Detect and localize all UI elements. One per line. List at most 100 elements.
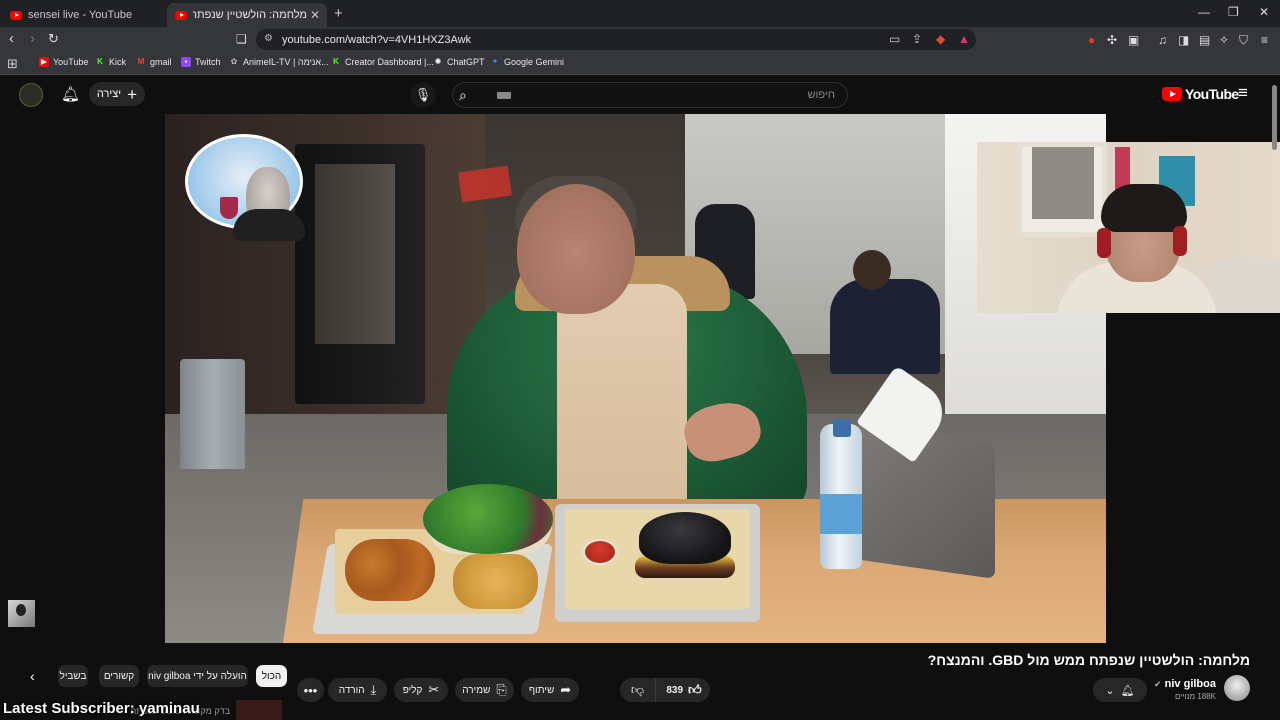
youtube-header: 🔔︎ יצירה + 🎙︎ ⌕ חיפוש YouTube ≡ xyxy=(0,76,1280,114)
youtube-favicon-icon xyxy=(175,10,187,20)
bookmark-label: gmail xyxy=(150,57,172,67)
video-scene-sauce-cup xyxy=(583,539,617,565)
bookmarks-bar: ⊞ ▶ YouTube K Kick M gmail ▪ Twitch ✿ An… xyxy=(0,53,1280,75)
channel-avatar[interactable] xyxy=(1224,675,1250,701)
youtube-logo[interactable]: YouTube xyxy=(1162,86,1239,102)
brave-shield-icon[interactable]: ◆ xyxy=(936,32,945,46)
bookmark-twitch[interactable]: ▪ Twitch xyxy=(181,57,221,67)
video-title: מלחמה: הולשטיין שנפתח ממש מול GBD. והמנצ… xyxy=(927,652,1250,668)
bookmark-save-icon: ⎘ xyxy=(496,682,507,697)
channel-name[interactable]: ✔ niv gilboa xyxy=(1154,678,1216,690)
bookmark-label: YouTube xyxy=(53,57,89,67)
download-button[interactable]: הורדה ⤓ xyxy=(328,678,387,702)
search-input[interactable]: חיפוש xyxy=(808,89,835,101)
cast-icon[interactable]: ▭ xyxy=(889,32,900,46)
chatgpt-icon: ✺ xyxy=(434,57,442,66)
address-bar[interactable]: ⚙ youtube.com/watch?v=4VH1HXZ3Awk ▭ ⇪ ◆ … xyxy=(256,29,976,50)
tab-title: sensei live - YouTube xyxy=(28,9,133,21)
apps-grid-icon[interactable]: ⊞ xyxy=(7,56,18,72)
chip-related[interactable]: קשורים xyxy=(99,665,139,687)
gemini-icon: ✦ xyxy=(491,57,499,66)
browser-tab-2[interactable]: מלחמה: הולשטיין שנפתח ממש מ ✕ xyxy=(167,3,327,27)
video-scene-salad xyxy=(423,484,553,554)
bookmark-label: AnimeIL-TV | אנימה... xyxy=(243,57,329,67)
bookmark-kick[interactable]: K Kick xyxy=(95,57,126,67)
close-window-icon[interactable]: ✕ xyxy=(1259,5,1269,19)
save-button[interactable]: שמירה ⎘ xyxy=(455,678,514,702)
screenshot-icon[interactable]: ▣ xyxy=(1128,33,1139,47)
bookmark-chatgpt[interactable]: ✺ ChatGPT xyxy=(433,57,485,67)
sticker-wine-glass xyxy=(220,197,238,219)
account-avatar[interactable] xyxy=(19,83,43,107)
video-player[interactable] xyxy=(165,114,1106,643)
search-box[interactable]: ⌕ חיפוש xyxy=(452,82,848,108)
rewards-icon[interactable]: ▲ xyxy=(958,32,970,46)
share-button[interactable]: שיתוף ➦ xyxy=(521,678,579,702)
video-scene-bottle-label xyxy=(820,494,862,534)
create-label: יצירה xyxy=(96,88,122,100)
vpn-icon[interactable]: ⛉ xyxy=(1239,33,1248,48)
bookmark-gmail[interactable]: M gmail xyxy=(136,57,172,67)
thumbs-down-icon: 👎︎ xyxy=(630,682,645,697)
bookmark-creator-dashboard[interactable]: K Creator Dashboard |... xyxy=(331,57,434,67)
verified-icon: ✔ xyxy=(1154,679,1162,689)
youtube-logo-text: YouTube xyxy=(1185,86,1239,102)
chevron-left-icon[interactable]: ‹ xyxy=(30,668,35,684)
clip-button[interactable]: קליפ ✂ xyxy=(394,678,448,702)
close-tab-icon[interactable]: ✕ xyxy=(307,8,323,22)
share-label: שיתוף xyxy=(528,684,555,696)
more-horizontal-icon: ••• xyxy=(303,682,318,698)
headset-icon xyxy=(1097,228,1111,258)
keyboard-icon[interactable] xyxy=(497,92,511,99)
chevron-down-icon: ⌄ xyxy=(1105,684,1115,697)
media-icon[interactable]: ♫ xyxy=(1158,33,1167,47)
sidebar-icon[interactable]: ◨ xyxy=(1178,33,1189,47)
kick-icon: K xyxy=(333,57,339,66)
bookmark-label: Twitch xyxy=(195,57,221,67)
site-info-icon[interactable]: ⚙ xyxy=(264,33,273,44)
maximize-icon[interactable]: ❐ xyxy=(1228,5,1239,19)
reload-icon[interactable]: ↻ xyxy=(48,31,59,47)
voice-search-icon[interactable]: 🎙︎ xyxy=(410,82,436,108)
headset-icon xyxy=(1173,226,1187,256)
chip-uploaded-by[interactable]: הועלה על ידי niv gilboa xyxy=(147,665,248,687)
extension-record-icon[interactable]: ● xyxy=(1088,33,1095,47)
wallet-icon[interactable]: ▤ xyxy=(1199,33,1210,47)
chip-label: הכול xyxy=(261,670,282,682)
bookmark-youtube[interactable]: ▶ YouTube xyxy=(39,57,88,67)
bookmark-animeil[interactable]: ✿ AnimeIL-TV | אנימה... xyxy=(229,57,329,67)
webcam-overlay xyxy=(977,142,1280,313)
thumbs-up-icon: 👍︎ xyxy=(688,682,702,697)
page-scrollbar[interactable] xyxy=(1272,85,1277,150)
bookmark-icon[interactable]: ❏ xyxy=(236,32,247,46)
chip-label: הועלה על ידי niv gilboa xyxy=(148,670,247,682)
create-button[interactable]: יצירה + xyxy=(89,82,145,106)
back-icon[interactable]: ‹ xyxy=(9,30,14,47)
chip-for-you[interactable]: בשביל xyxy=(58,665,88,687)
subscriber-count: 188K מנויים xyxy=(1174,692,1216,701)
share-page-icon[interactable]: ⇪ xyxy=(912,32,922,46)
search-icon[interactable]: ⌕ xyxy=(459,87,467,104)
hamburger-menu-icon[interactable]: ≡ xyxy=(1238,83,1248,103)
new-tab-icon[interactable]: + xyxy=(334,5,343,22)
dislike-button[interactable]: 👎︎ xyxy=(620,678,656,702)
chip-all[interactable]: הכול xyxy=(256,665,287,687)
side-thumbnail[interactable] xyxy=(8,600,35,627)
subscribed-button[interactable]: ⌄ 🔔︎ xyxy=(1093,678,1147,702)
more-actions-button[interactable]: ••• xyxy=(297,678,324,702)
animeil-icon: ✿ xyxy=(230,57,238,66)
browser-tab-1[interactable]: sensei live - YouTube xyxy=(2,3,165,27)
video-scene-bottle-cap xyxy=(833,419,851,437)
browser-tabstrip: sensei live - YouTube מלחמה: הולשטיין שנ… xyxy=(0,0,1280,27)
browser-menu-icon[interactable]: ≡ xyxy=(1261,33,1268,47)
video-scene-seated-person-head xyxy=(853,250,891,290)
notifications-bell-icon[interactable]: 🔔︎ xyxy=(61,85,80,103)
bookmark-gemini[interactable]: ✦ Google Gemini xyxy=(490,57,564,67)
like-button[interactable]: 839 👍︎ xyxy=(658,678,710,702)
extensions-icon[interactable]: ✣ xyxy=(1107,33,1117,47)
leo-icon[interactable]: ✧ xyxy=(1219,33,1229,47)
forward-icon[interactable]: › xyxy=(30,30,35,47)
minimize-icon[interactable]: — xyxy=(1198,5,1210,19)
recommended-thumbnail[interactable] xyxy=(236,700,282,720)
video-scene-nuggets xyxy=(345,539,435,601)
